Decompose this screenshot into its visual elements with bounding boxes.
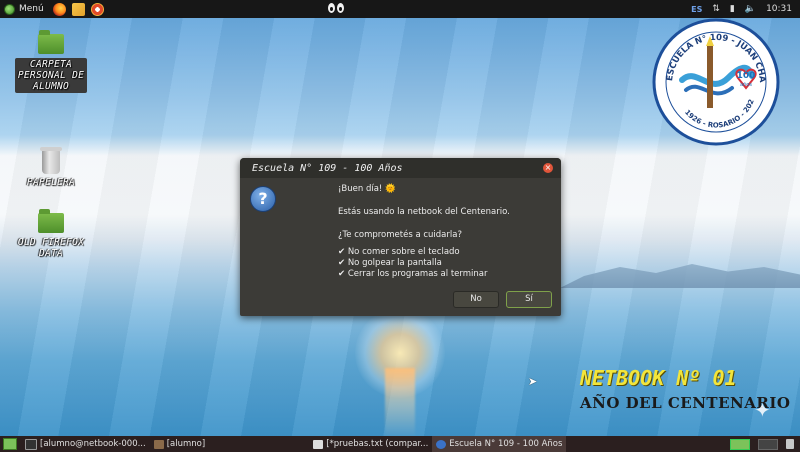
bottom-taskbar: [alumno@netbook-000... [alumno] [*prueba… bbox=[0, 436, 800, 452]
desktop-icon-label: OLD FIREFOX DATA bbox=[17, 237, 85, 259]
wallpaper-mountains bbox=[560, 264, 800, 288]
folder-icon bbox=[153, 439, 164, 449]
logo-anniversary: 100 bbox=[737, 71, 756, 81]
dialog-rule: ✔ Cerrar los programas al terminar bbox=[338, 269, 488, 279]
dialog-question: ¿Te comprometés a cuidarla? bbox=[338, 230, 462, 240]
system-tray: ES ⇅ ▮ 🔈 10:31 bbox=[691, 0, 800, 18]
taskbar-item-file-manager[interactable]: [alumno] bbox=[150, 436, 209, 452]
taskbar-item-terminal[interactable]: [alumno@netbook-000... bbox=[21, 436, 150, 452]
logo-anniversary-sub: años bbox=[740, 82, 752, 88]
menu-button[interactable]: Menú bbox=[0, 0, 50, 18]
wallpaper-title: NETBOOK Nº 01 bbox=[580, 366, 737, 390]
dialog-rule: ✔ No golpear la pantalla bbox=[338, 258, 442, 268]
workspace-2[interactable] bbox=[758, 438, 778, 450]
confirmation-dialog: Escuela N° 109 - 100 Años × ? ¡Buen día!… bbox=[240, 158, 561, 316]
tools-launcher-icon[interactable] bbox=[90, 2, 104, 16]
desktop-icon-trash[interactable]: PAPELERA bbox=[6, 147, 96, 188]
terminal-icon bbox=[25, 438, 37, 450]
text-editor-icon bbox=[313, 439, 324, 449]
network-icon[interactable]: ⇅ bbox=[712, 4, 720, 14]
desktop-icon-old-firefox-data[interactable]: OLD FIREFOX DATA bbox=[6, 209, 96, 259]
dialog-rule: ✔ No comer sobre el teclado bbox=[338, 247, 460, 257]
menu-label: Menú bbox=[19, 4, 44, 14]
top-panel: Menú ES ⇅ ▮ 🔈 10:31 bbox=[0, 0, 800, 18]
keyboard-layout-indicator[interactable]: ES bbox=[691, 5, 702, 14]
dialog-line1: Estás usando la netbook del Centenario. bbox=[338, 207, 510, 217]
trash-icon bbox=[40, 147, 62, 174]
dialog-title: Escuela N° 109 - 100 Años bbox=[252, 162, 403, 174]
school-logo: ESCUELA N° 109 - JUAN CHASSAING 1926 - R… bbox=[652, 18, 780, 146]
no-button[interactable]: No bbox=[453, 291, 499, 308]
files-launcher-icon[interactable] bbox=[71, 2, 85, 16]
dialog-greeting: ¡Buen día! 🌞 bbox=[338, 184, 396, 194]
desktop-icon-label: PAPELERA bbox=[26, 177, 76, 188]
wallpaper-sun-reflection bbox=[385, 368, 415, 438]
question-icon: ? bbox=[250, 186, 276, 212]
sparkle-icon: ✦ bbox=[754, 398, 771, 422]
question-icon bbox=[436, 439, 447, 449]
close-icon[interactable]: × bbox=[543, 163, 553, 173]
folder-icon bbox=[38, 209, 64, 233]
volume-icon[interactable]: 🔈 bbox=[745, 4, 756, 14]
clock[interactable]: 10:31 bbox=[766, 4, 792, 14]
taskbar-item-text-editor[interactable]: [*pruebas.txt (compar... bbox=[309, 436, 432, 452]
battery-icon[interactable]: ▮ bbox=[730, 4, 735, 14]
desktop-icon-personal-folder[interactable]: CARPETA PERSONAL DE ALUMNO bbox=[6, 30, 96, 93]
taskbar-item-dialog[interactable]: Escuela N° 109 - 100 Años bbox=[432, 436, 567, 452]
yes-button[interactable]: Sí bbox=[506, 291, 552, 308]
firefox-launcher-icon[interactable] bbox=[52, 2, 66, 16]
mouse-cursor-icon: ➤ bbox=[528, 375, 538, 388]
xeyes-applet-icon bbox=[328, 3, 344, 13]
dialog-titlebar[interactable]: Escuela N° 109 - 100 Años × bbox=[240, 158, 561, 178]
folder-icon bbox=[38, 30, 64, 54]
desktop-icon-label: CARPETA PERSONAL DE ALUMNO bbox=[14, 58, 88, 93]
workspace-1[interactable] bbox=[730, 438, 750, 450]
dialog-message: ¡Buen día! 🌞 Estás usando la netbook del… bbox=[338, 184, 510, 280]
menu-logo-icon bbox=[4, 3, 15, 15]
show-desktop-icon[interactable] bbox=[3, 438, 17, 450]
trash-icon[interactable] bbox=[786, 439, 794, 449]
